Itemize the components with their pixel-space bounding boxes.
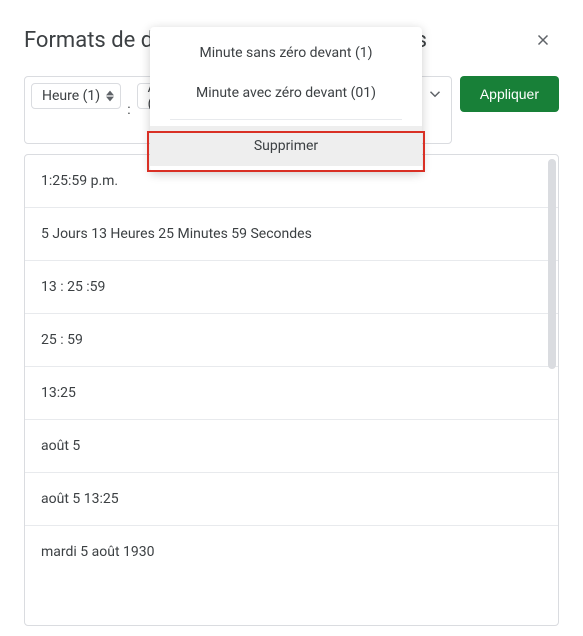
menu-separator xyxy=(170,119,402,120)
chip-context-menu: Minute sans zéro devant (1) Minute avec … xyxy=(150,27,422,172)
format-list-scroll[interactable]: 1:25:59 p.m. 5 Jours 13 Heures 25 Minute… xyxy=(25,155,558,625)
close-icon xyxy=(534,31,552,49)
format-list: 1:25:59 p.m. 5 Jours 13 Heures 25 Minute… xyxy=(24,154,559,626)
list-item[interactable]: août 5 xyxy=(25,419,558,472)
list-item[interactable]: 5 Jours 13 Heures 25 Minutes 59 Secondes xyxy=(25,207,558,260)
menu-option-minute-no-zero[interactable]: Minute sans zéro devant (1) xyxy=(150,33,422,73)
add-token-dropdown[interactable] xyxy=(421,76,449,112)
list-item[interactable]: août 5 13:25 xyxy=(25,472,558,525)
menu-option-delete[interactable]: Supprimer xyxy=(150,126,422,166)
list-item[interactable]: 13:25 xyxy=(25,366,558,419)
chip-separator: : xyxy=(125,98,132,122)
chevron-down-icon xyxy=(426,85,444,103)
close-button[interactable] xyxy=(527,24,559,56)
list-item[interactable]: 13 : 25 :59 xyxy=(25,260,558,313)
list-item[interactable]: mardi 5 août 1930 xyxy=(25,525,558,578)
apply-button[interactable]: Appliquer xyxy=(460,76,559,112)
scrollbar-thumb[interactable] xyxy=(548,159,556,369)
chip-hour-label: Heure (1) xyxy=(42,88,100,104)
chip-hour[interactable]: Heure (1) xyxy=(31,83,121,109)
list-item[interactable]: 25 : 59 xyxy=(25,313,558,366)
menu-option-minute-zero[interactable]: Minute avec zéro devant (01) xyxy=(150,73,422,113)
chip-stepper-icon xyxy=(106,90,114,102)
